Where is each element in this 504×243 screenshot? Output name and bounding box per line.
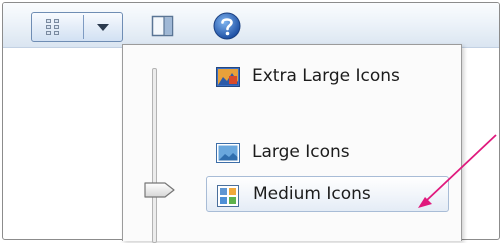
split-divider bbox=[83, 15, 84, 39]
menu-item-label: Large Icons bbox=[252, 142, 350, 162]
menu-item-label: Medium Icons bbox=[253, 184, 371, 204]
menu-item-extra-large-icons[interactable]: Extra Large Icons bbox=[206, 59, 449, 95]
change-view-button[interactable] bbox=[31, 12, 123, 42]
extra-large-icons-icon bbox=[216, 67, 240, 87]
menu-item-label: Extra Large Icons bbox=[252, 66, 400, 86]
menu-item-medium-icons[interactable]: Medium Icons bbox=[206, 176, 449, 212]
change-view-main-button[interactable] bbox=[32, 13, 82, 41]
view-size-menu: Extra Large Icons Large Icons Medium Ico… bbox=[122, 44, 462, 243]
menu-item-large-icons[interactable]: Large Icons bbox=[206, 135, 449, 171]
help-icon[interactable] bbox=[212, 11, 242, 41]
toolbar bbox=[3, 3, 499, 48]
preview-pane-icon[interactable] bbox=[151, 15, 175, 37]
medium-icons-icon bbox=[217, 185, 239, 207]
chevron-down-icon bbox=[97, 24, 109, 31]
change-view-dropdown-button[interactable] bbox=[85, 13, 122, 41]
large-icons-icon bbox=[216, 143, 240, 163]
icon-size-slider-thumb[interactable] bbox=[143, 181, 177, 199]
views-grid-icon bbox=[46, 19, 59, 35]
icon-size-slider-track[interactable] bbox=[152, 68, 157, 243]
